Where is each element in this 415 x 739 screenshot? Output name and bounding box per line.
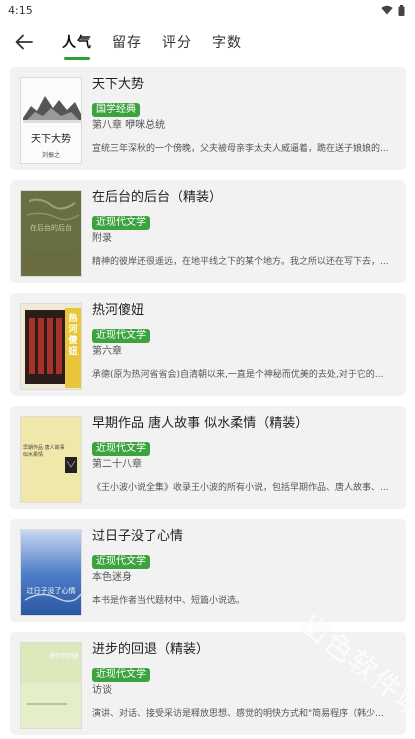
cover-title: 进步的回退 [49,653,80,660]
arrow-left-icon [15,34,33,50]
book-description: 演讲、对话、接受采访是释放思想、感觉的明快方式和"简易程序（韩少... [92,709,384,719]
cover-title: 热河傻妞 [68,314,78,357]
wifi-icon [381,5,393,15]
tab-bar: 人气 留存 评分 字数 [62,22,262,62]
book-info: 早期作品 唐人故事 似水柔情（精装） 近现代文学 第二十八章 《王小波小说全集》… [92,414,397,493]
status-bar: 4:15 [0,0,415,20]
cover-art [21,530,81,615]
book-cover: 过日子没了心情 [20,529,82,616]
cover-title: 过日子没了心情 [26,587,76,595]
book-card[interactable]: 过日子没了心情 过日子没了心情 近现代文学 本色迷身 本书是作者当代题材中、短篇… [10,519,406,622]
book-info: 过日子没了心情 近现代文学 本色迷身 本书是作者当代题材中、短篇小说选。 [92,527,397,606]
book-cover: 进步的回退 [20,642,82,729]
book-description: 宣统三年深秋的一个傍晚，父夫被母亲李太夫人威逼着，跪在送子娘娘的... [92,144,389,154]
latest-chapter: 本色迷身 [92,572,132,583]
latest-chapter: 第六章 [92,346,122,357]
status-time: 4:15 [8,3,33,17]
book-info: 热河傻妞 近现代文学 第六章 承德(原为热河省省会)自清朝以来,一直是个神秘而优… [92,301,397,380]
book-card[interactable]: 在后台的后台 在后台的后台（精装） 近现代文学 附录 精神的彼岸还很遥远，在地平… [10,180,406,283]
book-info: 天下大势 国学经典 第八章 咿咪总统 宣统三年深秋的一个傍晚，父夫被母亲李太夫人… [92,75,397,154]
category-badge: 国学经典 [92,103,140,117]
book-title: 天下大势 [92,77,145,92]
book-title: 热河傻妞 [92,303,145,318]
latest-chapter: 访谈 [92,685,112,696]
book-card[interactable]: 天下大势 刘振之 天下大势 国学经典 第八章 咿咪总统 宣统三年深秋的一个傍晚，… [10,67,406,170]
tab-retention[interactable]: 留存 [112,22,142,62]
latest-chapter: 第二十八章 [92,459,142,470]
book-title: 在后台的后台（精装） [92,190,223,205]
cover-title: 早期作品 唐人故事 似水柔情 [23,445,65,458]
tab-word-count[interactable]: 字数 [212,22,242,62]
tab-rating[interactable]: 评分 [162,22,192,62]
latest-chapter: 第八章 咿咪总统 [92,120,166,131]
cover-art [21,191,81,276]
back-button[interactable] [4,24,44,60]
tab-popularity[interactable]: 人气 [62,22,92,62]
category-badge: 近现代文学 [92,442,150,456]
book-cover: 天下大势 刘振之 [20,77,82,164]
battery-icon [398,4,405,16]
category-badge: 近现代文学 [92,216,150,230]
book-cover: 早期作品 唐人故事 似水柔情 [20,416,82,503]
cover-subtitle: 刘振之 [41,152,60,159]
status-icons [381,4,405,16]
cover-title: 在后台的后台 [30,224,72,232]
book-cover: 热河傻妞 [20,303,82,390]
book-cover: 在后台的后台 [20,190,82,277]
cover-art [21,417,81,502]
category-badge: 近现代文学 [92,555,150,569]
latest-chapter: 附录 [92,233,112,244]
book-description: 承德(原为热河省省会)自清朝以来,一直是个神秘而优美的去处,对于它的... [92,370,384,380]
book-title: 过日子没了心情 [92,529,184,544]
cover-title: 天下大势 [31,134,71,145]
book-card[interactable]: 热河傻妞 热河傻妞 近现代文学 第六章 承德(原为热河省省会)自清朝以来,一直是… [10,293,406,396]
book-description: 《王小波小说全集》收录王小波的所有小说，包括早期作品、唐人故事、... [92,483,389,493]
book-card[interactable]: 早期作品 唐人故事 似水柔情 早期作品 唐人故事 似水柔情（精装） 近现代文学 … [10,406,406,509]
category-badge: 近现代文学 [92,329,150,343]
book-info: 在后台的后台（精装） 近现代文学 附录 精神的彼岸还很遥远，在地平线之下的某个地… [92,188,397,267]
book-description: 本书是作者当代题材中、短篇小说选。 [92,596,246,606]
book-title: 早期作品 唐人故事 似水柔情（精装） [92,416,309,431]
header: 人气 留存 评分 字数 [0,22,415,62]
book-description: 精神的彼岸还很遥远，在地平线之下的某个地方。我之所以还在写下去，... [92,257,389,267]
category-badge: 近现代文学 [92,668,150,682]
